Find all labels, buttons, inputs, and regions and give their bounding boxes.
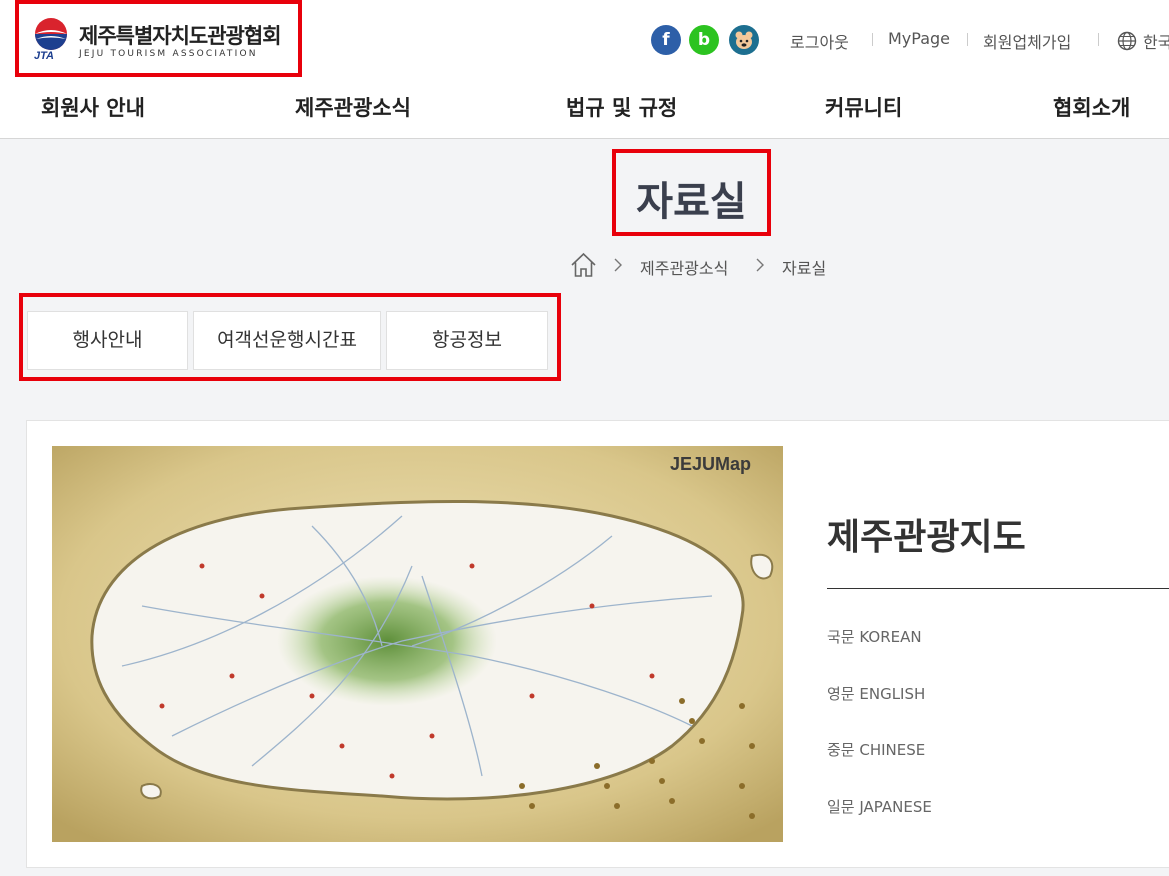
jeju-map-image[interactable]: JEJUMap xyxy=(52,446,783,842)
site-header: JTA 제주특별자치도관광협회 JEJU TOURISM ASSOCIATION… xyxy=(0,0,1169,139)
page-title: 자료실 xyxy=(636,179,747,225)
language-selector[interactable]: 한국어 xyxy=(1117,29,1169,53)
blog-icon[interactable]: b xyxy=(689,25,719,55)
jta-logo-icon: JTA xyxy=(34,18,67,61)
logo-link[interactable]: JTA 제주특별자치도관광협회 JEJU TOURISM ASSOCIATION xyxy=(15,0,302,77)
home-icon[interactable] xyxy=(570,252,597,278)
gnb-about[interactable]: 협회소개 xyxy=(1053,92,1130,122)
tab-events[interactable]: 행사안내 xyxy=(27,311,188,370)
logo-text-english: JEJU TOURISM ASSOCIATION xyxy=(79,49,258,59)
member-join-link[interactable]: 회원업체가입 xyxy=(983,29,1071,53)
gnb-member-info[interactable]: 회원사 안내 xyxy=(41,92,145,122)
download-japanese-link[interactable]: 일문 JAPANESE xyxy=(827,796,932,817)
kakaostory-icon[interactable] xyxy=(729,25,759,55)
util-divider xyxy=(872,33,873,46)
svg-text:JEJUMap: JEJUMap xyxy=(670,454,751,474)
chevron-right-icon xyxy=(756,258,764,272)
gnb-tourism-news[interactable]: 제주관광소식 xyxy=(295,92,411,122)
download-chinese-link[interactable]: 중문 CHINESE xyxy=(827,739,925,760)
tab-flight-info[interactable]: 항공정보 xyxy=(386,311,548,370)
breadcrumb-tourism-news[interactable]: 제주관광소식 xyxy=(640,255,728,279)
page-title-highlight: 자료실 xyxy=(612,149,771,236)
title-divider xyxy=(827,588,1169,589)
tab-ferry-schedule[interactable]: 여객선운행시간표 xyxy=(193,311,381,370)
breadcrumb-archive[interactable]: 자료실 xyxy=(782,255,826,279)
util-divider xyxy=(1098,33,1099,46)
mypage-link[interactable]: MyPage xyxy=(888,29,950,48)
download-english-link[interactable]: 영문 ENGLISH xyxy=(827,683,925,704)
language-label: 한국어 xyxy=(1143,33,1169,52)
facebook-icon[interactable]: f xyxy=(651,25,681,55)
download-korean-link[interactable]: 국문 KOREAN xyxy=(827,626,922,647)
logo-text-korean: 제주특별자치도관광협회 xyxy=(79,24,282,48)
chevron-right-icon xyxy=(614,258,622,272)
bear-face-icon xyxy=(735,31,753,49)
util-divider xyxy=(967,33,968,46)
map-title: 제주관광지도 xyxy=(827,517,1026,558)
logout-link[interactable]: 로그아웃 xyxy=(790,29,849,53)
gnb-laws-regulations[interactable]: 법규 및 규정 xyxy=(566,92,677,122)
svg-text:JTA: JTA xyxy=(34,50,54,61)
globe-icon xyxy=(1117,31,1137,51)
gnb-community[interactable]: 커뮤니티 xyxy=(825,92,902,122)
